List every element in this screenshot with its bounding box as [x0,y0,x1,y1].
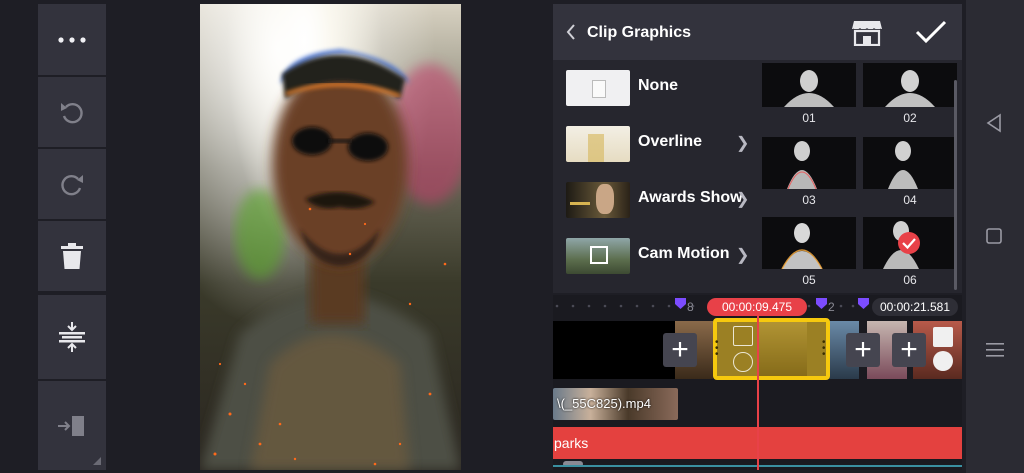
effect-layer-label: parks [554,435,589,451]
ruler-marker-left: 8 [687,300,694,314]
settings-fx-icon [733,352,753,372]
selected-clip[interactable]: • • • • • • [713,318,830,380]
graphic-thumbnail-05[interactable] [762,217,856,269]
trim-handle-right[interactable]: • • • [822,338,828,360]
clip-fx-icons [733,326,753,372]
nav-home-icon[interactable] [986,228,1002,244]
graphic-label: 05 [802,273,816,287]
hooded-figure-image [888,141,918,189]
undo-icon [61,102,83,124]
graphics-grid: 01 02 03 04 05 06 [758,60,962,293]
chevron-right-icon: ❯ [736,191,750,208]
none-thumbnail [566,70,630,106]
selected-check-icon [898,232,920,254]
export-layer-button[interactable] [38,381,106,470]
awards-show-thumbnail [566,182,630,218]
timeline[interactable]: 8 2 00:00:09.475 00:00:21.581 • • • • • • [553,295,962,470]
panel-title: Clip Graphics [587,24,692,41]
add-transition-button[interactable]: + [663,333,697,367]
clip-filename: \(_55C825).mp4 [557,396,651,411]
playhead[interactable] [757,315,759,470]
current-time-badge: 00:00:09.475 [707,298,807,316]
graphic-thumbnail-03[interactable] [762,137,856,189]
image-fx-icon [933,327,953,347]
nav-back-icon[interactable] [985,113,1003,133]
split-layers-button[interactable] [38,295,106,379]
category-cam-motion[interactable]: Cam Motion ❯ [553,228,756,284]
back-chevron-icon[interactable] [566,24,576,40]
category-label: Overline [638,133,703,150]
image-fx-icon [733,326,753,346]
chevron-right-icon: ❯ [736,135,750,152]
split-layers-icon [59,322,85,352]
graphic-label: 04 [903,193,917,207]
overlay-video-layer[interactable]: \(_55C825).mp4 [553,388,678,420]
hooded-figure-image [781,223,823,269]
clip-graphics-panel: Clip Graphics None Overline ❯ Awards Sho… [553,4,962,293]
category-none[interactable]: None [553,60,756,116]
undo-button[interactable] [38,77,106,147]
hooded-figure-image [885,70,935,107]
graphic-label: 06 [903,273,917,287]
trash-icon [61,243,83,269]
total-time-badge: 00:00:21.581 [872,298,958,316]
resize-corner-icon [93,457,101,465]
redo-button[interactable] [38,149,106,219]
cam-motion-thumbnail [566,238,630,274]
bookmark-marker-icon[interactable] [816,298,827,309]
graphic-thumbnail-01[interactable] [762,63,856,107]
bookmark-marker-icon[interactable] [675,298,686,309]
system-navigation-bar [966,0,1024,473]
graphic-label: 01 [802,111,816,125]
more-options-button[interactable] [38,4,106,75]
graphic-label: 02 [903,111,917,125]
nav-recents-icon[interactable] [986,342,1004,358]
category-label: Awards Show [638,189,743,206]
time-ruler: 8 2 00:00:09.475 00:00:21.581 [553,295,962,317]
overline-thumbnail [566,126,630,162]
clip-fx-icons[interactable] [933,327,955,373]
category-label: Cam Motion [638,245,730,262]
confirm-check-icon[interactable] [915,20,947,44]
category-label: None [638,77,678,94]
empty-clip-segment [553,321,675,379]
preview-frame-image [200,4,461,470]
ruler-marker-right: 2 [828,300,835,314]
settings-fx-icon [933,351,953,371]
delete-button[interactable] [38,221,106,291]
bookmark-marker-icon[interactable] [858,298,869,309]
redo-icon [61,174,83,196]
panel-header: Clip Graphics [553,4,962,60]
add-transition-button[interactable]: + [846,333,880,367]
graphic-thumbnail-04[interactable] [863,137,957,189]
graphic-thumbnail-06[interactable] [863,217,957,269]
arrow-into-panel-icon [58,415,84,436]
category-awards-show[interactable]: Awards Show ❯ [553,172,756,228]
hooded-figure-image [787,141,817,189]
trim-handle-left[interactable]: • • • [715,338,721,360]
more-horizontal-icon [58,36,86,43]
graphic-label: 03 [802,193,816,207]
hooded-figure-image [784,70,834,107]
category-overline[interactable]: Overline ❯ [553,116,756,172]
chevron-right-icon: ❯ [736,247,750,264]
add-transition-button[interactable]: + [892,333,926,367]
store-icon[interactable] [852,19,882,46]
graphic-thumbnail-02[interactable] [863,63,957,107]
grid-scrollbar[interactable] [954,80,957,290]
video-preview[interactable] [200,4,461,470]
